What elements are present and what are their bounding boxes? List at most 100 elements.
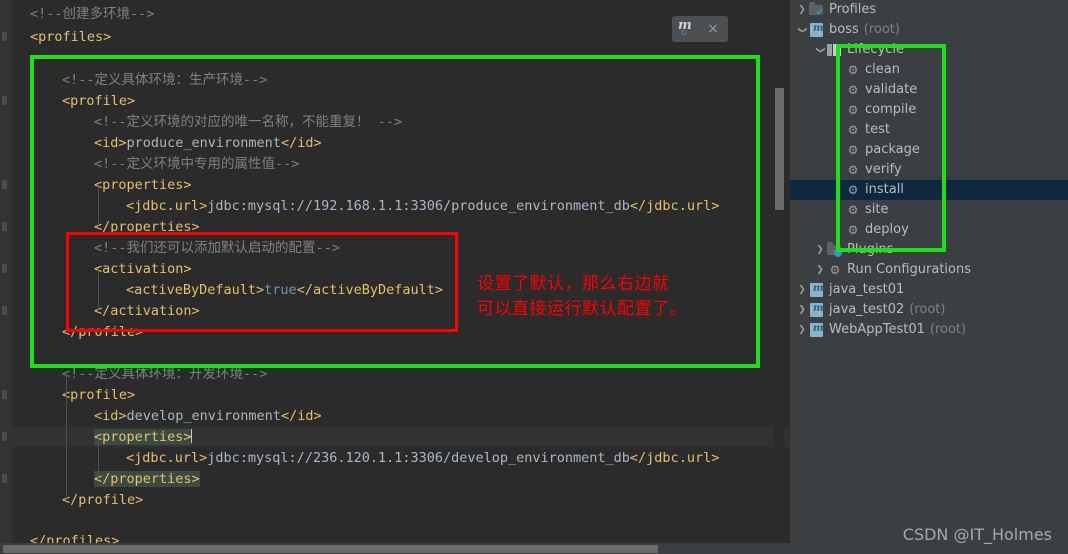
tree-item-label: install [865, 182, 904, 197]
refresh-icon: ↻ [681, 27, 688, 38]
tree-item-deploy[interactable]: ⚙ deploy [790, 220, 1068, 240]
tree-item-compile[interactable]: ⚙ compile [790, 100, 1068, 120]
gutter-fold-marker[interactable] [2, 180, 7, 189]
code-token: develop_environment [126, 408, 281, 424]
gear-icon: ⚙ [847, 223, 859, 237]
tree-item-java-test01[interactable]: ❯ java_test01 [790, 279, 1068, 300]
gutter-fold-marker[interactable] [2, 474, 7, 483]
chevron-right-icon[interactable]: ❯ [796, 280, 808, 300]
code-token: </jdbc.url> [629, 198, 720, 214]
code-line: </properties> [94, 217, 200, 237]
editor-horizontal-scrollbar-thumb[interactable] [3, 545, 658, 553]
tree-item-plugins[interactable]: ❯ Plugins [790, 240, 1068, 260]
code-line: <!--定义环境中专用的属性值--> [94, 154, 299, 174]
code-token: </activeByDefault> [296, 282, 443, 298]
chevron-right-icon[interactable]: ❯ [796, 320, 808, 340]
code-token: <!--定义具体环境：生产环境--> [62, 72, 268, 88]
code-token: <profiles> [30, 29, 112, 45]
code-token: <jdbc.url> [126, 198, 208, 214]
tree-item-install[interactable]: ⚙ install [790, 180, 1068, 200]
tree-item-label: Run Configurations [847, 262, 971, 277]
code-line: <!--我们还可以添加默认启动的配置--> [94, 238, 340, 258]
tree-item-boss[interactable]: ❯boss(root) [790, 19, 1068, 40]
text-caret [190, 429, 192, 443]
code-token: </jdbc.url> [629, 450, 720, 466]
tree-item-package[interactable]: ⚙ package [790, 140, 1068, 160]
code-line: <profile> [62, 91, 135, 111]
code-token: </properties> [94, 219, 200, 235]
chevron-right-icon[interactable]: ❯ [796, 0, 808, 20]
gutter-fold-marker[interactable] [2, 222, 7, 231]
tree-item-run-configurations[interactable]: ❯ ⚙ Run Configurations [790, 260, 1068, 280]
maven-project-icon [808, 299, 826, 319]
code-token: <properties> [94, 429, 192, 445]
code-line: <profiles> [30, 27, 111, 47]
profiles-folder-icon: ✔ [808, 2, 826, 18]
code-line: <!--定义具体环境：生产环境--> [62, 70, 267, 90]
tree-item-label: java_test01 [829, 282, 905, 297]
tree-item-java-test02[interactable]: ❯ java_test02 (root) [790, 299, 1068, 320]
code-token: <!--我们还可以添加默认启动的配置--> [94, 240, 340, 256]
tree-item-test[interactable]: ⚙ test [790, 120, 1068, 140]
tree-item-validate[interactable]: ⚙ validate [790, 80, 1068, 100]
code-token: </activation> [94, 303, 200, 319]
lifecycle-icon [826, 42, 844, 58]
maven-reload-popup[interactable]: m ↻ × [672, 16, 728, 42]
code-token: <activeByDefault> [126, 282, 265, 298]
ide-window: <!--创建多环境--> <profiles> <!--定义具体环境：生产环境-->… [0, 0, 1068, 554]
tree-item-site[interactable]: ⚙ site [790, 200, 1068, 220]
tree-item-label: test [865, 122, 890, 137]
tree-item-clean[interactable]: ⚙ clean [790, 60, 1068, 80]
tree-item-label: validate [865, 82, 918, 97]
gutter-fold-marker[interactable] [2, 390, 7, 399]
code-line: <id>develop_environment</id> [94, 406, 322, 426]
tree-item-label: site [865, 202, 889, 217]
code-token: jdbc:mysql://236.120.1.1:3306/develop_en… [207, 450, 630, 466]
tree-item-profiles[interactable]: ❯ ✔ Profiles [790, 0, 1068, 20]
tree-item-lifecycle[interactable]: ❯ Lifecycle [790, 40, 1068, 60]
tree-item-label: package [865, 142, 920, 157]
gutter-fold-marker[interactable] [2, 264, 7, 273]
gutter-fold-marker[interactable] [2, 32, 7, 41]
code-line: <properties> [94, 175, 192, 195]
code-token: <jdbc.url> [126, 450, 208, 466]
code-token: <profile> [62, 387, 136, 403]
tree-item-verify[interactable]: ⚙ verify [790, 160, 1068, 180]
indent-guide [98, 268, 99, 310]
code-line: <!--定义环境的对应的唯一名称，不能重复！ --> [94, 112, 402, 132]
code-token: </profile> [62, 492, 144, 508]
code-token: produce_environment [126, 135, 281, 151]
maven-tool-window[interactable]: ❯✔Profiles❯boss(root)❯Lifecycle⚙clean⚙va… [790, 0, 1068, 554]
editor-gutter[interactable] [0, 0, 12, 554]
editor-vertical-scrollbar-thumb[interactable] [775, 88, 784, 210]
gutter-fold-marker[interactable] [2, 432, 7, 441]
code-line: </profile> [62, 322, 143, 342]
code-token: <id> [94, 408, 127, 424]
tree-item-label: boss [829, 22, 859, 37]
code-token: </profile> [62, 324, 144, 340]
gutter-fold-marker[interactable] [2, 96, 7, 105]
gear-icon: ⚙ [847, 103, 859, 117]
code-line: <properties> [94, 427, 192, 447]
chevron-right-icon[interactable]: ❯ [814, 240, 826, 260]
code-token: </id> [280, 408, 322, 424]
tree-item-webapptest01[interactable]: ❯ WebAppTest01 (root) [790, 319, 1068, 340]
chevron-right-icon[interactable]: ❯ [814, 260, 826, 280]
gear-icon: ⚙ [847, 63, 859, 77]
tree-item-label: compile [865, 102, 917, 117]
code-line: <id>produce_environment</id> [94, 133, 322, 153]
gear-icon: ⚙ [847, 203, 859, 217]
gutter-fold-marker[interactable] [2, 306, 7, 315]
maven-projects-tree[interactable]: ❯✔Profiles❯boss(root)❯Lifecycle⚙clean⚙va… [790, 0, 1068, 340]
indent-guide [66, 375, 67, 500]
gear-icon: ⚙ [847, 163, 859, 177]
close-icon[interactable]: × [700, 21, 726, 37]
plugins-folder-icon [826, 242, 844, 258]
chevron-right-icon[interactable]: ❯ [796, 300, 808, 320]
code-line: </profile> [62, 490, 143, 510]
tree-item-label: Profiles [829, 2, 877, 17]
tree-item-label: clean [865, 62, 900, 77]
editor-vertical-scrollbar-track[interactable] [774, 0, 784, 540]
tree-item-label: java_test02 [829, 302, 905, 317]
maven-reload-icon[interactable]: m ↻ [672, 16, 700, 42]
